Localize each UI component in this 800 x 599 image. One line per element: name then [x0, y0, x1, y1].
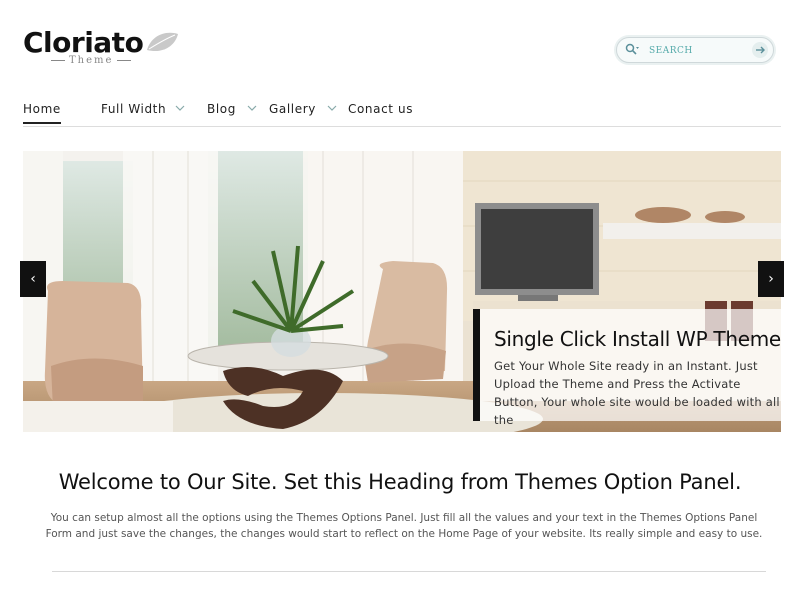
search-icon[interactable]	[625, 43, 639, 57]
chevron-down-icon[interactable]	[175, 104, 185, 112]
nav-item-home[interactable]: Home	[23, 102, 61, 124]
search-box	[616, 37, 774, 63]
slide-caption-title: Single Click Install WP Theme	[494, 327, 781, 351]
leaf-icon	[147, 32, 178, 52]
slide-caption: Single Click Install WP Theme Get Your W…	[473, 309, 781, 427]
search-input[interactable]	[647, 42, 751, 60]
chevron-left-icon: ‹	[30, 271, 36, 287]
chevron-right-icon: ›	[768, 271, 774, 287]
welcome-heading: Welcome to Our Site. Set this Heading fr…	[58, 470, 742, 494]
nav-item-blog[interactable]: Blog	[207, 102, 236, 116]
section-divider	[52, 571, 766, 572]
slider-prev-button[interactable]: ‹	[20, 261, 46, 297]
logo-tagline: Theme	[47, 55, 135, 66]
arrow-right-icon	[756, 46, 765, 54]
search-submit-button[interactable]	[752, 42, 768, 58]
hero-slider: Single Click Install WP Theme Get Your W…	[23, 151, 781, 432]
site-logo[interactable]: Cloriato Theme	[23, 24, 183, 70]
welcome-text: You can setup almost all the options usi…	[45, 512, 763, 540]
nav-item-gallery[interactable]: Gallery	[269, 102, 316, 116]
chevron-down-icon[interactable]	[247, 104, 257, 112]
slide-caption-text: Get Your Whole Site ready in an Instant.…	[494, 359, 780, 427]
nav-item-full-width[interactable]: Full Width	[101, 102, 166, 116]
chevron-down-icon[interactable]	[327, 104, 337, 112]
nav-item-contact[interactable]: Conact us	[348, 102, 413, 116]
main-navigation: Home Full Width Blog Gallery Conact us	[23, 98, 781, 127]
slider-next-button[interactable]: ›	[758, 261, 784, 297]
